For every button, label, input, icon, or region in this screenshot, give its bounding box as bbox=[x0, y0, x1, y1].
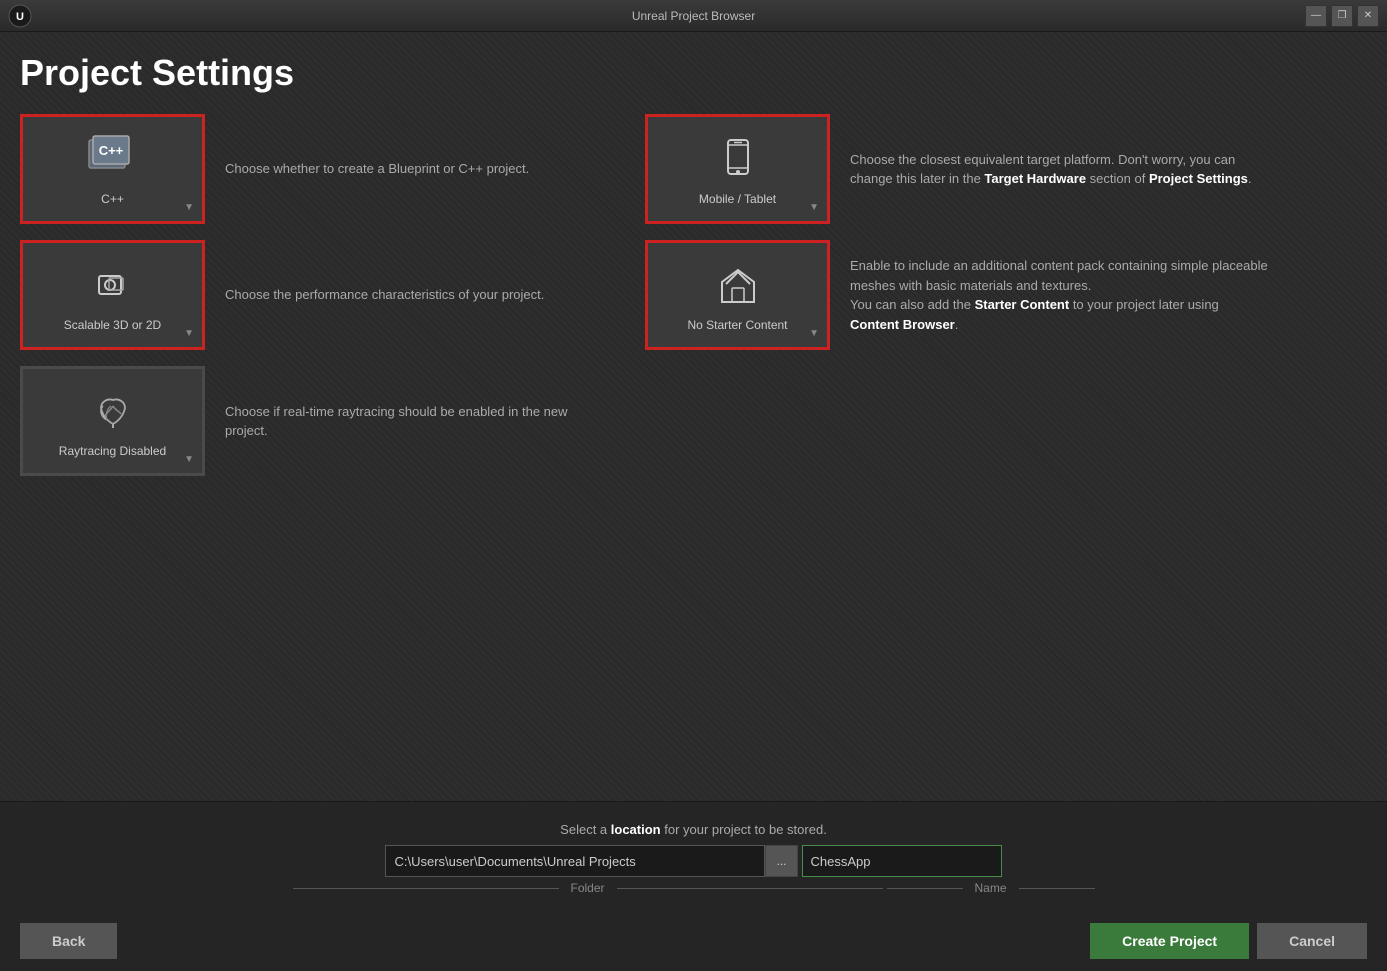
location-row: ... bbox=[20, 845, 1367, 877]
cpp-setting-row: C++ C++ ▼ Choose whether to create a Blu… bbox=[20, 114, 605, 224]
action-buttons: Back Create Project Cancel bbox=[0, 911, 1387, 971]
starter-dropdown-icon: ▼ bbox=[809, 328, 819, 339]
cancel-button[interactable]: Cancel bbox=[1257, 923, 1367, 959]
location-bold: location bbox=[611, 822, 661, 837]
mobile-desc: Choose the closest equivalent target pla… bbox=[850, 150, 1270, 189]
name-divider-left bbox=[887, 888, 963, 889]
folder-name-labels: Folder Name bbox=[20, 881, 1367, 895]
mobile-label: Mobile / Tablet bbox=[699, 192, 776, 206]
scalable-card[interactable]: Scalable 3D or 2D ▼ bbox=[20, 240, 205, 350]
folder-label: Folder bbox=[559, 881, 617, 895]
folder-input[interactable] bbox=[385, 845, 765, 877]
raytracing-desc: Choose if real-time raytracing should be… bbox=[225, 402, 605, 441]
content-icon bbox=[710, 258, 766, 314]
cpp-dropdown-icon: ▼ bbox=[184, 202, 194, 213]
folder-divider-left bbox=[293, 888, 559, 889]
title-bar-left: U bbox=[8, 4, 32, 28]
mobile-card[interactable]: Mobile / Tablet ▼ bbox=[645, 114, 830, 224]
right-buttons: Create Project Cancel bbox=[1090, 923, 1367, 959]
main-content: Project Settings C++ C++ ▼ Choos bbox=[0, 32, 1387, 971]
mobile-dropdown-icon: ▼ bbox=[809, 202, 819, 213]
cpp-icon: C++ bbox=[85, 132, 141, 188]
starter-setting-row: No Starter Content ▼ Enable to include a… bbox=[645, 240, 1270, 350]
folder-divider-right bbox=[617, 888, 883, 889]
title-bar: U Unreal Project Browser — ❐ ✕ bbox=[0, 0, 1387, 32]
starter-card[interactable]: No Starter Content ▼ bbox=[645, 240, 830, 350]
scalable-dropdown-icon: ▼ bbox=[184, 328, 194, 339]
raytracing-card[interactable]: Raytracing Disabled ▼ bbox=[20, 366, 205, 476]
raytracing-setting-row: Raytracing Disabled ▼ Choose if real-tim… bbox=[20, 366, 605, 476]
project-name-input[interactable] bbox=[802, 845, 1002, 877]
cpp-card[interactable]: C++ C++ ▼ bbox=[20, 114, 205, 224]
name-label-section: Name bbox=[887, 881, 1095, 895]
svg-text:C++: C++ bbox=[98, 143, 123, 158]
title-bar-controls: — ❐ ✕ bbox=[1305, 5, 1379, 27]
scalable-icon bbox=[85, 258, 141, 314]
settings-columns: C++ C++ ▼ Choose whether to create a Blu… bbox=[20, 114, 1367, 801]
starter-label: No Starter Content bbox=[687, 318, 787, 332]
folder-browse-button[interactable]: ... bbox=[765, 845, 797, 877]
left-column: C++ C++ ▼ Choose whether to create a Blu… bbox=[20, 114, 605, 801]
maximize-button[interactable]: ❐ bbox=[1331, 5, 1353, 27]
raytracing-icon bbox=[85, 384, 141, 440]
folder-label-section: Folder bbox=[293, 881, 883, 895]
svg-text:U: U bbox=[16, 11, 24, 23]
location-label: Select a location for your project to be… bbox=[20, 822, 1367, 837]
back-button[interactable]: Back bbox=[20, 923, 117, 959]
title-bar-title: Unreal Project Browser bbox=[632, 9, 755, 23]
scalable-desc: Choose the performance characteristics o… bbox=[225, 285, 544, 305]
cpp-desc: Choose whether to create a Blueprint or … bbox=[225, 159, 529, 179]
scalable-label: Scalable 3D or 2D bbox=[64, 318, 161, 332]
right-column: Mobile / Tablet ▼ Choose the closest equ… bbox=[605, 114, 1270, 801]
ue-logo-icon: U bbox=[8, 4, 32, 28]
starter-desc: Enable to include an additional content … bbox=[850, 256, 1270, 334]
bottom-section: Select a location for your project to be… bbox=[0, 801, 1387, 971]
cpp-label: C++ bbox=[101, 192, 124, 206]
minimize-button[interactable]: — bbox=[1305, 5, 1327, 27]
scalable-setting-row: Scalable 3D or 2D ▼ Choose the performan… bbox=[20, 240, 605, 350]
mobile-setting-row: Mobile / Tablet ▼ Choose the closest equ… bbox=[645, 114, 1270, 224]
close-button[interactable]: ✕ bbox=[1357, 5, 1379, 27]
name-divider-right bbox=[1019, 888, 1095, 889]
name-label: Name bbox=[963, 881, 1019, 895]
raytracing-label: Raytracing Disabled bbox=[59, 444, 166, 458]
page-title: Project Settings bbox=[20, 52, 1367, 94]
mobile-icon bbox=[710, 132, 766, 188]
create-project-button[interactable]: Create Project bbox=[1090, 923, 1249, 959]
raytracing-dropdown-icon: ▼ bbox=[184, 454, 194, 465]
